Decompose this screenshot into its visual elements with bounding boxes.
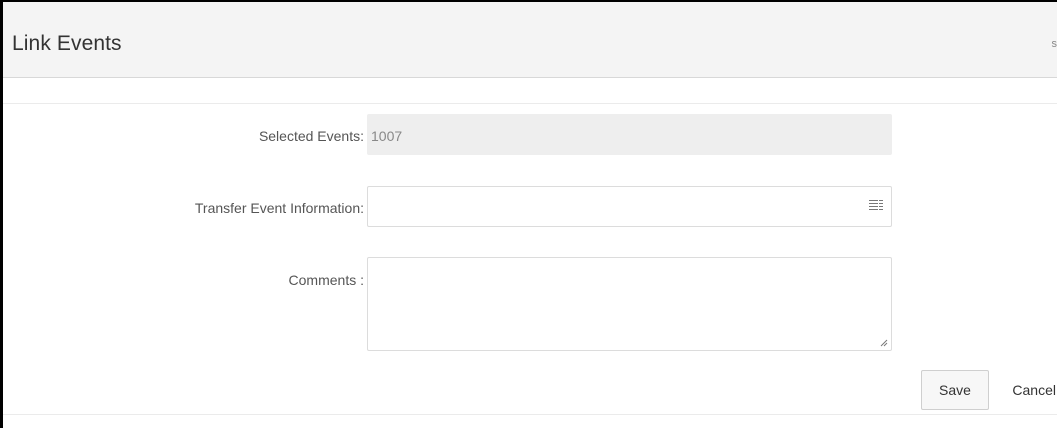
- resize-grip-icon[interactable]: [880, 339, 888, 347]
- save-button[interactable]: Save: [921, 370, 989, 410]
- close-icon[interactable]: s: [1052, 38, 1057, 50]
- divider: [3, 414, 1057, 415]
- selected-events-label: Selected Events:: [258, 128, 364, 144]
- link-events-dialog: Link Events s Selected Events: 1007 Tran…: [0, 0, 1057, 428]
- list-icon[interactable]: [869, 200, 883, 212]
- dialog-title: Link Events: [12, 32, 122, 55]
- transfer-event-information-select[interactable]: [367, 186, 892, 227]
- cancel-button[interactable]: Cancel: [995, 370, 1057, 410]
- comments-label: Comments :: [288, 272, 364, 288]
- selected-events-field: 1007: [367, 114, 892, 155]
- transfer-event-information-label: Transfer Event Information:: [194, 200, 364, 216]
- divider: [3, 103, 1057, 104]
- comments-textarea[interactable]: [367, 257, 892, 351]
- dialog-header: Link Events s: [3, 2, 1057, 78]
